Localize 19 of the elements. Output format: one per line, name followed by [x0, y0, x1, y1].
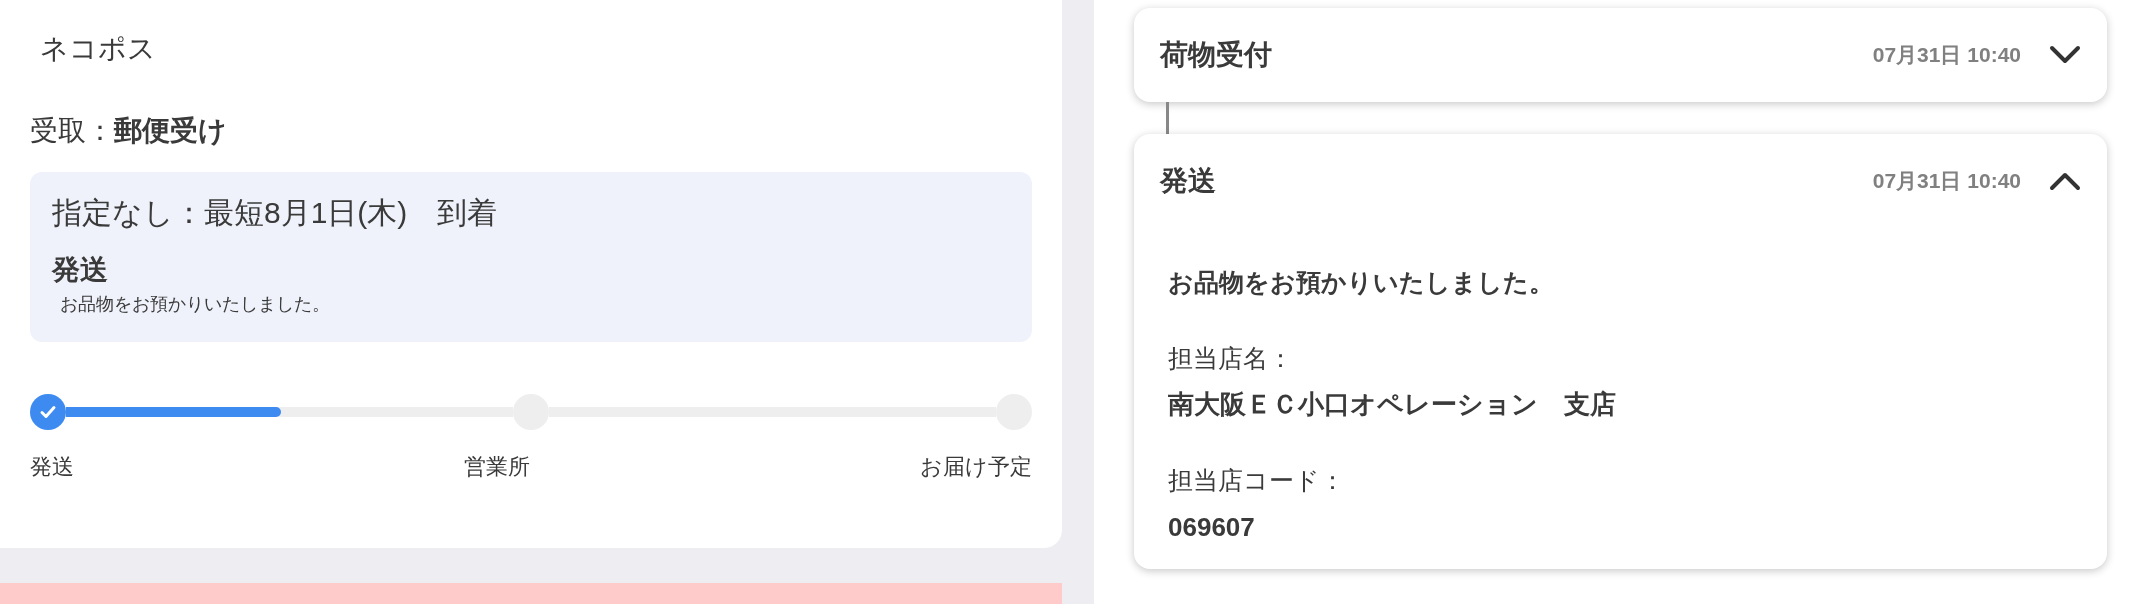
status-message: お品物をお預かりいたしました。 [60, 293, 330, 316]
receive-method: 受取：郵便受け [30, 114, 227, 148]
field-label: 担当店コード： [1168, 465, 1345, 496]
field-value: 069607 [1168, 510, 1255, 544]
step-label: 発送 [30, 453, 74, 481]
event-time: 07月31日 10:40 [1872, 42, 2021, 69]
step-label: 営業所 [464, 453, 530, 481]
event-title: 荷物受付 [1160, 38, 1272, 72]
event-title: 発送 [1160, 164, 1216, 198]
chevron-up-icon[interactable] [2049, 171, 2081, 191]
step-label: お届け予定 [920, 453, 1032, 481]
event-message: お品物をお預かりいたしました。 [1168, 267, 1554, 298]
delivery-status: 発送 [52, 253, 108, 287]
chevron-down-icon[interactable] [2049, 45, 2081, 65]
event-time: 07月31日 10:40 [1872, 168, 2021, 195]
field-value: 南大阪ＥＣ小口オペレーション 支店 [1168, 388, 1616, 421]
field-label: 担当店名： [1168, 342, 1293, 374]
delivery-date: 指定なし：最短8月1日(木) 到着 [52, 195, 498, 231]
service-name: ネコポス [40, 32, 156, 66]
